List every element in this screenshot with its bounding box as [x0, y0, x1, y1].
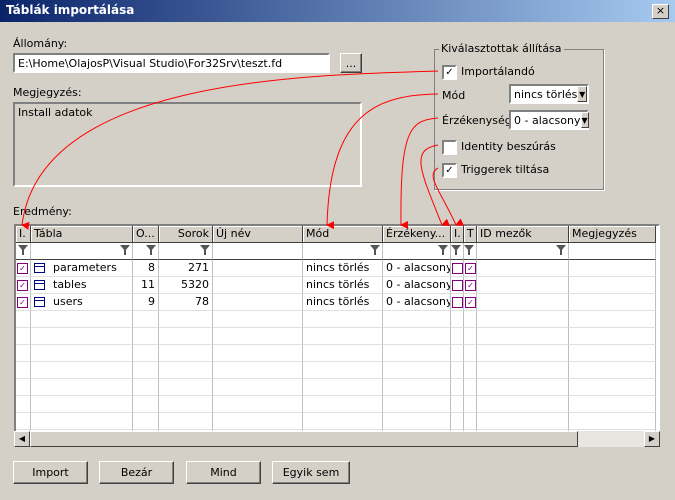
arrow-triggers	[432, 167, 465, 226]
arrow-importable	[21, 70, 439, 230]
arrow-identity	[420, 144, 450, 227]
arrow-sensitivity	[400, 117, 439, 229]
annotation-arrows	[21, 70, 465, 230]
